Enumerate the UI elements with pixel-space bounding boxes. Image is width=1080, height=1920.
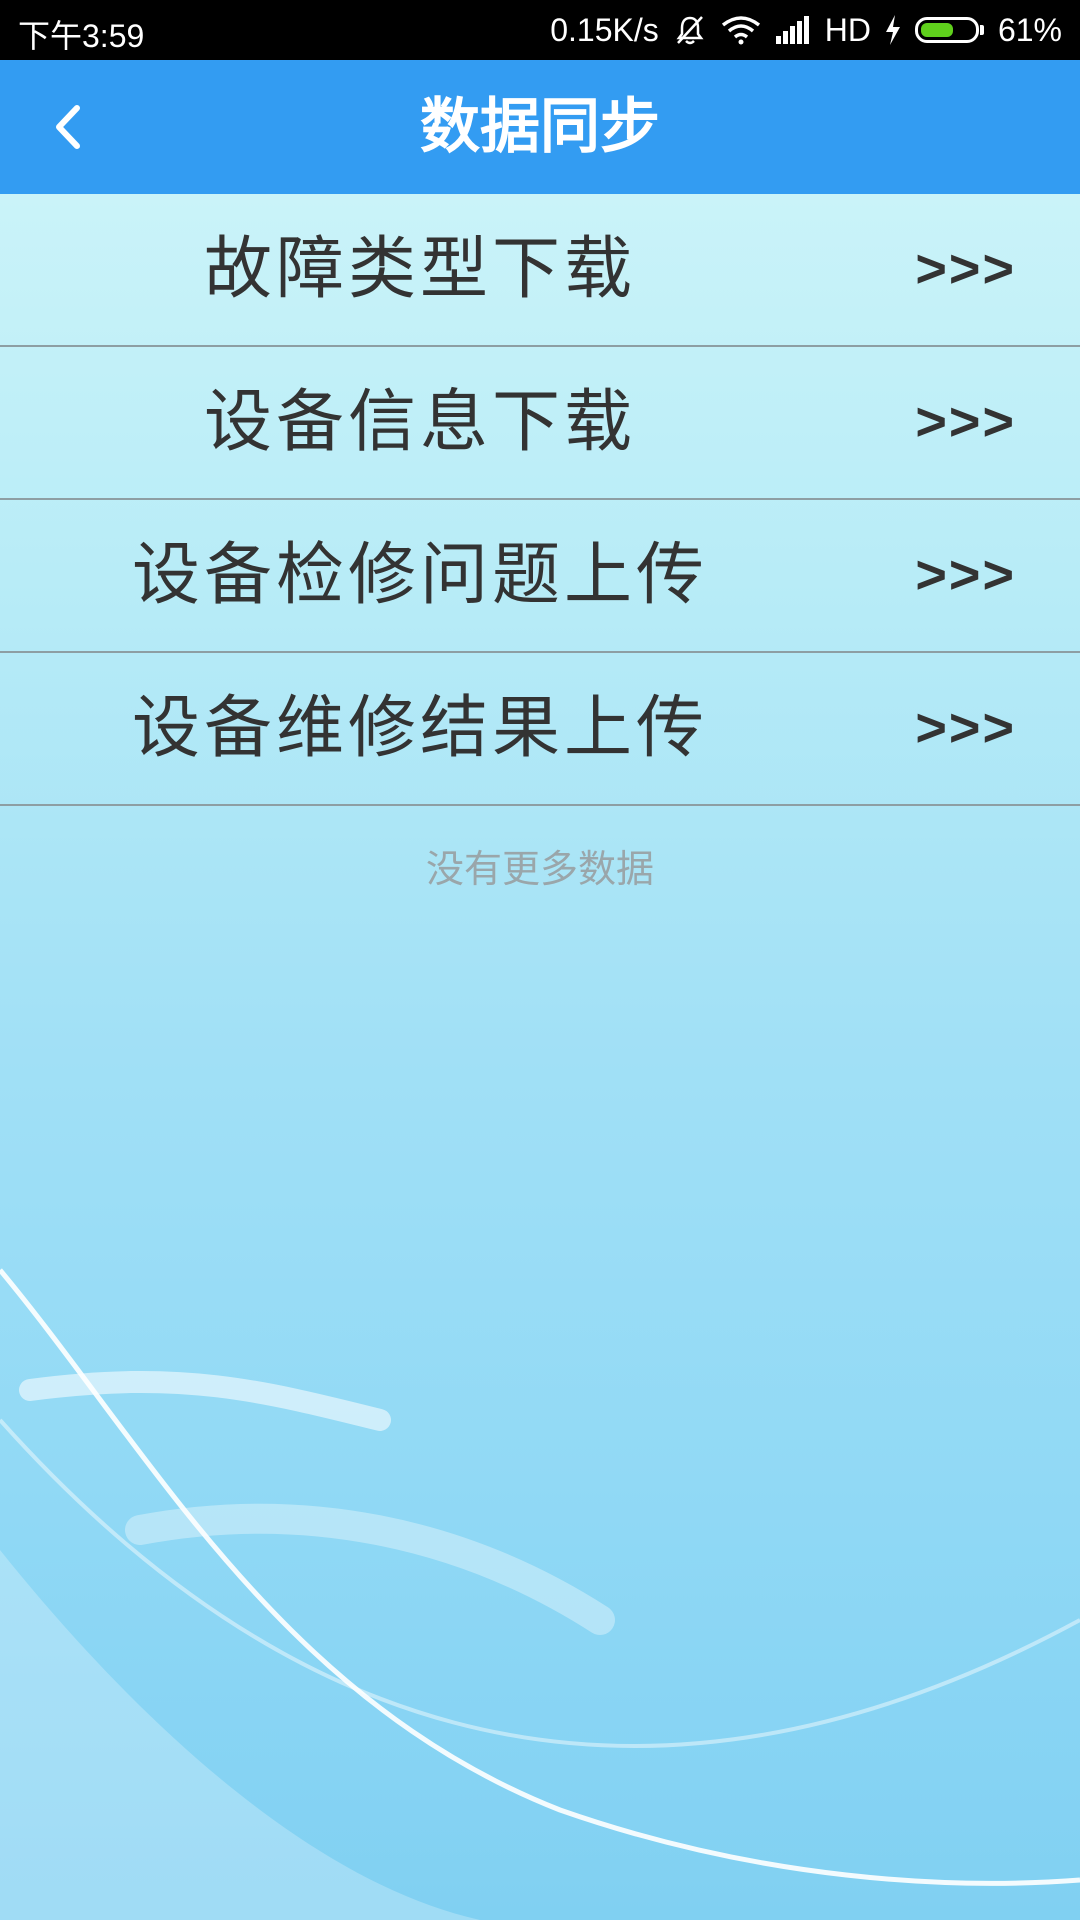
status-bar: 下午3:59 0.15K/s HD 61%	[0, 0, 1080, 60]
menu-item-repair-result-upload[interactable]: 设备维修结果上传 >>>	[0, 653, 1080, 806]
network-type-label: HD	[824, 11, 871, 48]
menu-item-arrow: >>>	[915, 545, 1016, 605]
status-time: 下午3:59	[18, 18, 145, 54]
menu-item-arrow: >>>	[915, 392, 1016, 452]
mute-icon	[676, 16, 704, 45]
wifi-icon	[721, 16, 760, 45]
charging-icon	[885, 15, 900, 45]
menu-item-label: 故障类型下载	[203, 230, 636, 309]
battery-icon	[914, 17, 984, 43]
app-bar: 数据同步	[0, 60, 1080, 194]
menu-item-device-info-download[interactable]: 设备信息下载 >>>	[0, 347, 1080, 500]
status-icons: 0.15K/s HD 61%	[550, 0, 1062, 60]
menu-item-inspection-issue-upload[interactable]: 设备检修问题上传 >>>	[0, 500, 1080, 653]
menu-item-arrow: >>>	[915, 698, 1016, 758]
no-more-data-text: 没有更多数据	[425, 847, 654, 891]
menu-item-arrow: >>>	[915, 239, 1016, 299]
menu-item-label: 设备信息下载	[203, 383, 636, 462]
battery-body	[914, 17, 979, 43]
menu-item-fault-type-download[interactable]: 故障类型下载 >>>	[0, 194, 1080, 347]
menu-list: 故障类型下载 >>> 设备信息下载 >>> 设备检修问题上传 >>> 设备维修结…	[0, 194, 1080, 806]
screen: 下午3:59 0.15K/s HD 61% 数据同步 故障类型下载 >>> 设备…	[0, 0, 1080, 1920]
battery-fill	[920, 23, 953, 37]
net-speed: 0.15K/s	[550, 11, 659, 48]
menu-item-label: 设备维修结果上传	[131, 689, 708, 768]
battery-tip	[979, 25, 984, 35]
signal-icon	[775, 16, 809, 44]
menu-item-label: 设备检修问题上传	[131, 536, 708, 615]
battery-percent: 61%	[997, 11, 1062, 48]
page-title: 数据同步	[420, 92, 660, 162]
